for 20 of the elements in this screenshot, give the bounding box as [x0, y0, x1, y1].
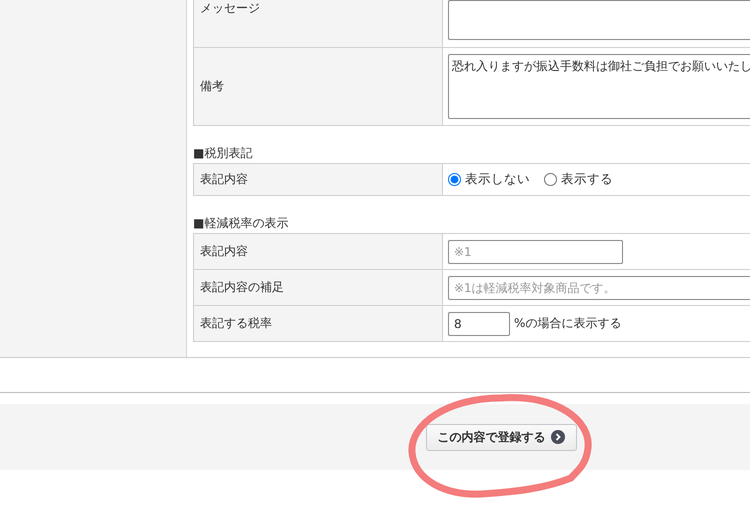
text-area[interactable]	[448, 0, 750, 40]
radio-button[interactable]	[544, 173, 557, 186]
field-label: 表記内容の補足	[194, 270, 443, 305]
section-heading: ■税別表記	[193, 145, 254, 161]
field-label: 表記する税率	[194, 306, 443, 341]
field-label: 表記内容	[194, 234, 443, 269]
text-area[interactable]: 恐れ入りますが振込手数料は御社ご負担でお願いいたし	[448, 54, 750, 119]
option-label[interactable]: 表示する	[561, 171, 613, 188]
field-label: メッセージ	[194, 0, 443, 47]
radio-button[interactable]	[448, 173, 461, 186]
input-field[interactable]: ※1	[448, 240, 623, 264]
option-label[interactable]: 表示しない	[465, 171, 530, 188]
input-field[interactable]: ※1は軽減税率対象商品です。	[448, 276, 750, 300]
submit-button[interactable]: この内容で登録する	[426, 424, 576, 450]
number-field[interactable]: 8	[448, 312, 510, 336]
section-heading: ■軽減税率の表示	[193, 215, 290, 231]
field-label: 表記内容	[194, 164, 443, 195]
field-label: 備考	[194, 48, 443, 125]
field-suffix: %の場合に表示する	[514, 315, 622, 332]
chevron-right-icon	[550, 430, 564, 444]
